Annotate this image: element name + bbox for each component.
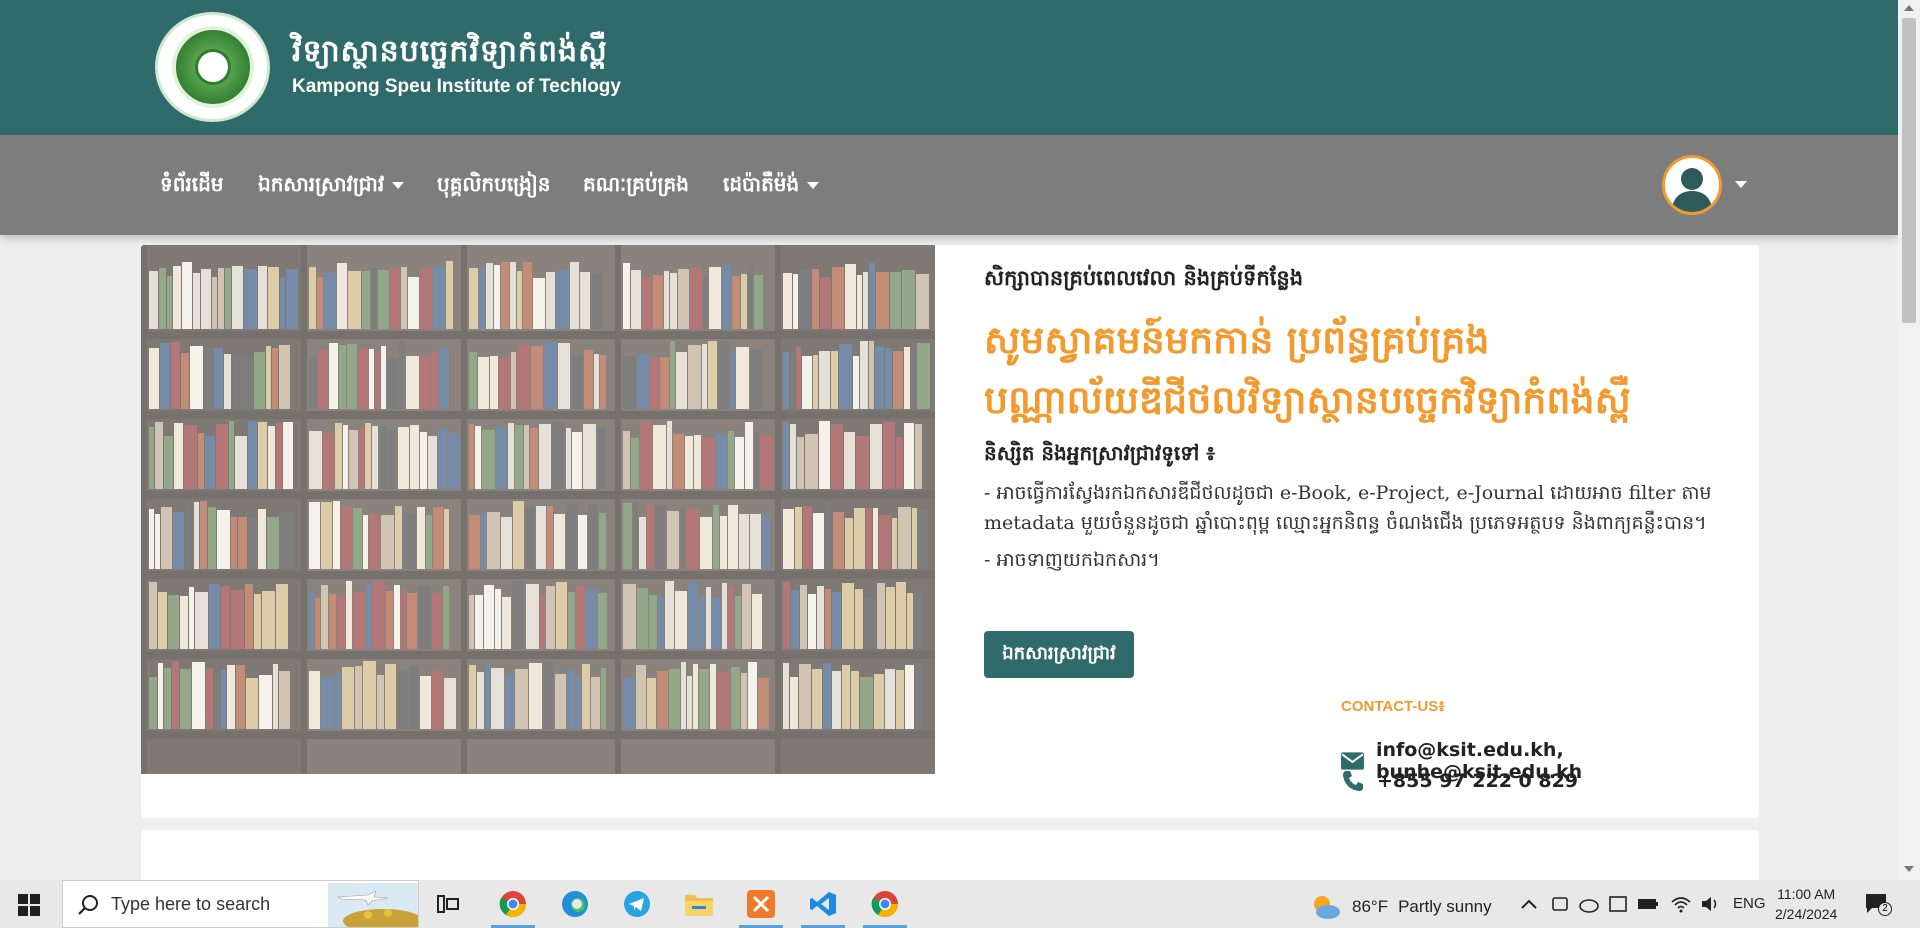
volume-icon[interactable] — [1700, 894, 1722, 914]
contact-phone-text[interactable]: +855 97 222 0 829 — [1377, 770, 1578, 792]
nav-home-label: ទំព័រដើម — [160, 172, 224, 196]
contact-phone: +855 97 222 0 829 — [1341, 769, 1578, 793]
scroll-thumb[interactable] — [1902, 18, 1916, 323]
clock-time: 11:00 AM — [1777, 886, 1836, 902]
onedrive-icon[interactable] — [1578, 894, 1600, 914]
security-icon[interactable] — [1608, 894, 1628, 914]
nav-research-documents-label: ឯកសារស្រាវជ្រាវ — [258, 172, 385, 196]
search-icon — [78, 895, 98, 915]
nav-management[interactable]: គណៈគ្រប់គ្រង — [583, 171, 689, 201]
taskbar-search-input[interactable]: Type here to search — [62, 880, 419, 928]
chevron-up-icon[interactable] — [1520, 897, 1538, 911]
feature-search: - អាចធ្វើការស្វែងរកឯកសារឌីជីថលដូចជា e-Bo… — [984, 482, 1712, 534]
wifi-icon[interactable] — [1670, 894, 1692, 914]
institute-logo[interactable] — [155, 12, 270, 122]
edge-icon[interactable] — [559, 888, 591, 920]
vscode-icon[interactable] — [807, 888, 839, 920]
xampp-icon[interactable] — [745, 888, 777, 920]
brand-title-khmer: វិទ្យាស្ថានបច្ចេកវិទ្យាកំពង់ស្ពឺ — [292, 34, 608, 69]
nav-teaching-staff-label: បុគ្គលិកបង្រៀន — [437, 172, 551, 196]
notifications-button[interactable]: 2 — [1864, 892, 1892, 920]
research-documents-button[interactable]: ឯកសារស្រាវជ្រាវ — [984, 631, 1134, 678]
weather-text: Partly sunny — [1398, 897, 1492, 916]
chevron-down-icon — [807, 182, 820, 189]
user-icon — [1671, 168, 1713, 212]
envelope-icon — [1341, 752, 1364, 770]
feature-download: - អាចទាញយកឯកសារ។ — [984, 549, 1160, 571]
scroll-up-arrow-icon[interactable] — [1904, 5, 1914, 11]
chevron-down-icon — [392, 182, 405, 189]
user-menu-chevron-icon[interactable] — [1735, 181, 1747, 188]
welcome-heading: សូមស្វាគមន៍មកកាន់ ប្រព័ន្ធគ្រប់គ្រងបណ្ណា… — [984, 317, 1631, 422]
hero-content: សិក្សាបានគ្រប់ពេលវេលា និងគ្រប់ទីកន្លែង ស… — [984, 265, 1724, 576]
hero-card: សិក្សាបានគ្រប់ពេលវេលា និងគ្រប់ទីកន្លែង ស… — [141, 245, 1759, 818]
taskbar-search-placeholder: Type here to search — [111, 893, 271, 914]
brand-text: វិទ្យាស្ថានបច្ចេកវិទ្យាកំពង់ស្ពឺ Kampong… — [292, 32, 621, 98]
user-avatar[interactable] — [1662, 155, 1722, 215]
language-indicator[interactable]: ENG — [1733, 895, 1766, 912]
windows-taskbar: Type here to search 86°F Partly sunny EN… — [0, 880, 1920, 928]
scroll-down-arrow-icon[interactable] — [1904, 866, 1914, 872]
nav-home[interactable]: ទំព័រដើម — [160, 171, 223, 201]
system-clock[interactable]: 11:00 AM 2/24/2024 — [1775, 884, 1837, 924]
secondary-card — [141, 830, 1759, 880]
nav-teaching-staff[interactable]: បុគ្គលិកបង្រៀន — [437, 171, 550, 201]
notification-count: 2 — [1878, 902, 1892, 916]
page-scrollbar[interactable] — [1898, 0, 1920, 880]
weather-temp: 86°F — [1352, 897, 1389, 916]
weather-widget[interactable]: 86°F Partly sunny — [1308, 892, 1492, 922]
windows-start-icon[interactable] — [18, 894, 40, 916]
search-highlight-image — [328, 883, 418, 927]
brand-title-english: Kampong Speu Institute of Techlogy — [292, 76, 621, 97]
nav-departments[interactable]: ដេប៉ាតឺម៉ង់ — [723, 171, 820, 201]
tagline: សិក្សាបានគ្រប់ពេលវេលា និងគ្រប់ទីកន្លែង — [984, 265, 1304, 290]
nav-departments-label: ដេប៉ាតឺម៉ង់ — [723, 172, 800, 196]
file-explorer-icon[interactable] — [683, 888, 715, 920]
chrome-profile-icon[interactable] — [497, 888, 529, 920]
contact-title: CONTACT-US៖ — [1341, 698, 1445, 715]
telegram-icon[interactable] — [621, 888, 653, 920]
phone-icon — [1343, 771, 1363, 791]
meet-now-icon[interactable] — [1550, 894, 1570, 914]
partly-sunny-icon — [1314, 896, 1340, 919]
main-navbar: ទំព័រដើម ឯកសារស្រាវជ្រាវ បុគ្គលិកបង្រៀន … — [0, 135, 1898, 235]
nav-management-label: គណៈគ្រប់គ្រង — [583, 172, 689, 196]
battery-icon[interactable] — [1637, 894, 1659, 914]
chrome-icon[interactable] — [869, 888, 901, 920]
nav-research-documents[interactable]: ឯកសារស្រាវជ្រាវ — [258, 171, 405, 201]
audience-heading: និស្សិត និងអ្នកស្រាវជ្រាវទូទៅ ៖ — [984, 441, 1216, 465]
brand-header: វិទ្យាស្ថានបច្ចេកវិទ្យាកំពង់ស្ពឺ Kampong… — [0, 0, 1898, 135]
library-bookshelf-image — [141, 245, 935, 774]
clock-date: 2/24/2024 — [1775, 906, 1838, 922]
task-view-icon[interactable] — [432, 888, 464, 920]
